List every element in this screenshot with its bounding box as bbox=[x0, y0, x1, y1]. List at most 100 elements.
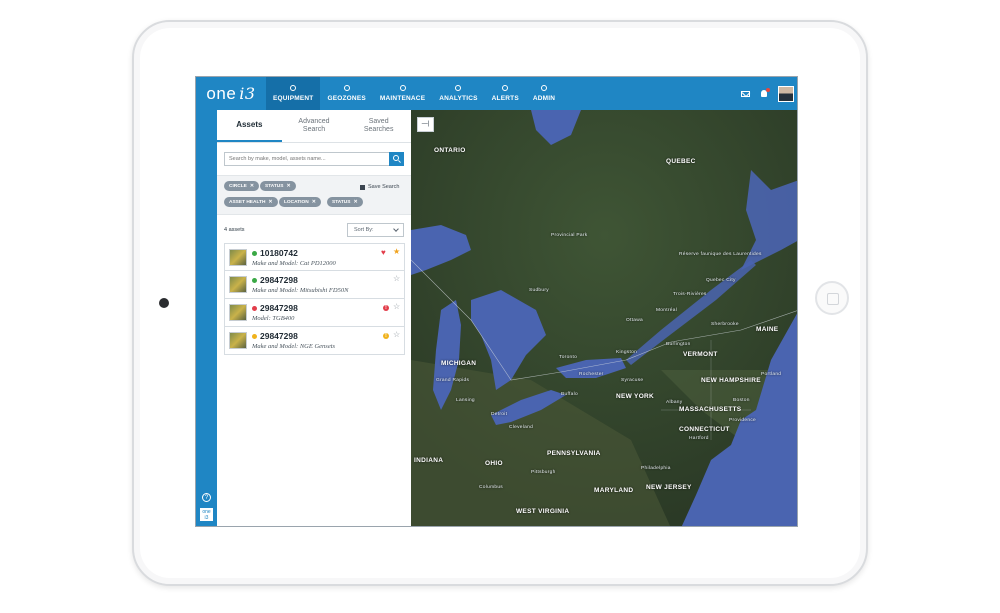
map-label: Boston bbox=[733, 398, 750, 403]
chip-label: ASSET HEALTH bbox=[229, 199, 266, 205]
alert-icon bbox=[502, 85, 509, 91]
asset-thumbnail bbox=[229, 249, 247, 266]
map-label: Provincial Park bbox=[551, 233, 588, 238]
sort-dropdown[interactable]: Sort By: bbox=[347, 223, 404, 237]
asset-subtitle: Make and Model: Mitsubishi FD50N bbox=[252, 287, 349, 294]
map-label: Buffalo bbox=[561, 392, 578, 397]
asset-id: 29847298 bbox=[260, 331, 298, 341]
map-label: Réserve faunique des Laurentides bbox=[679, 252, 762, 257]
search-button[interactable] bbox=[389, 152, 404, 166]
map-label: Quebec City bbox=[706, 278, 736, 283]
map-label: Kingston bbox=[616, 350, 638, 355]
status-dot bbox=[252, 251, 257, 256]
active-filters: CIRCLE ✕ STATUS ✕ Save Search ASSET HEALTH… bbox=[217, 175, 411, 215]
alert-yellow-icon: ! bbox=[383, 333, 389, 339]
asset-thumbnail bbox=[229, 332, 247, 349]
mail-icon[interactable] bbox=[741, 90, 750, 97]
map-label: Sudbury bbox=[529, 288, 549, 293]
map-label: QUEBEC bbox=[666, 158, 696, 165]
asset-id: 10180742 bbox=[260, 248, 298, 258]
app-screen: one i3 EQUIPMENT GEOZONES MAINTENACE ANAL… bbox=[195, 76, 798, 527]
search-row bbox=[224, 152, 404, 166]
map-label: Syracuse bbox=[621, 378, 644, 383]
map-label: INDIANA bbox=[414, 457, 444, 464]
avatar[interactable] bbox=[778, 85, 794, 102]
tab-advanced-search[interactable]: Advanced Search bbox=[282, 110, 347, 142]
home-button[interactable] bbox=[815, 281, 849, 315]
map-terrain bbox=[411, 110, 797, 526]
close-icon[interactable]: ✕ bbox=[286, 183, 290, 189]
asset-row[interactable]: 29847298 Make and Model: NGE Gensets ! ☆ bbox=[224, 327, 405, 355]
collapse-panel-button[interactable]: —| bbox=[417, 117, 434, 132]
filter-chip-status-2[interactable]: STATUS ✕ bbox=[327, 197, 363, 207]
help-icon[interactable]: ? bbox=[202, 493, 211, 502]
save-icon bbox=[360, 184, 365, 190]
nav-maintenance[interactable]: MAINTENACE bbox=[373, 77, 432, 110]
map-label: Pittsburgh bbox=[531, 470, 556, 475]
satellite-map[interactable]: —| ONTARIO QUEBEC MAINE VERMONT NEW HAMP… bbox=[411, 110, 797, 526]
map-label: Toronto bbox=[559, 355, 578, 360]
filter-chip-asset-health[interactable]: ASSET HEALTH ✕ bbox=[224, 197, 278, 207]
map-label: Grand Rapids bbox=[436, 378, 470, 383]
map-label: Hartford bbox=[689, 436, 709, 441]
map-label: Trois-Rivières bbox=[673, 292, 707, 297]
map-label: MAINE bbox=[756, 326, 779, 333]
map-label: NEW YORK bbox=[616, 393, 655, 400]
status-dot bbox=[252, 334, 257, 339]
map-label: VERMONT bbox=[683, 351, 718, 358]
map-label: MASSACHUSETTS bbox=[679, 406, 742, 413]
heart-icon: ♥ bbox=[381, 248, 386, 257]
asset-id: 29847298 bbox=[260, 303, 298, 313]
left-rail: ? one i3 bbox=[196, 110, 217, 526]
filter-chip-status[interactable]: STATUS ✕ bbox=[260, 181, 296, 191]
gear-icon bbox=[541, 85, 548, 91]
map-label: Cleveland bbox=[509, 425, 534, 430]
map-label: NEW JERSEY bbox=[646, 484, 692, 491]
map-label: PENNSYLVANIA bbox=[547, 450, 601, 457]
asset-row[interactable]: 29847298 Make and Model: Mitsubishi FD50… bbox=[224, 271, 405, 299]
map-label: Rochester bbox=[579, 372, 604, 377]
search-input[interactable] bbox=[224, 152, 389, 166]
rail-logo[interactable]: one i3 bbox=[200, 508, 213, 521]
map-label: Burlington bbox=[666, 342, 691, 347]
bell-icon[interactable] bbox=[761, 88, 770, 97]
tab-saved-searches[interactable]: Saved Searches bbox=[346, 110, 411, 142]
star-outline-icon[interactable]: ☆ bbox=[393, 303, 400, 311]
asset-subtitle: Model: TGB400 bbox=[252, 315, 295, 322]
nav-admin[interactable]: ADMIN bbox=[526, 77, 562, 110]
star-filled-icon[interactable]: ★ bbox=[393, 248, 400, 256]
nav-alerts[interactable]: ALERTS bbox=[485, 77, 526, 110]
map-label: WEST VIRGINIA bbox=[516, 508, 570, 515]
map-label: Lansing bbox=[456, 398, 475, 403]
chip-label: STATUS bbox=[265, 183, 284, 189]
filter-chip-circle[interactable]: CIRCLE ✕ bbox=[224, 181, 260, 191]
logo-text: one bbox=[206, 83, 237, 103]
asset-panel: Assets Advanced Search Saved Searches CI… bbox=[217, 110, 411, 526]
asset-thumbnail bbox=[229, 276, 247, 293]
close-icon[interactable]: ✕ bbox=[268, 199, 272, 205]
nav-geozones[interactable]: GEOZONES bbox=[320, 77, 372, 110]
tab-assets[interactable]: Assets bbox=[217, 110, 282, 142]
camera-icon bbox=[159, 298, 169, 308]
save-search-label: Save Search bbox=[368, 184, 400, 190]
asset-list: 10180742 Make and Model: Cat PD12000 ♥ ★… bbox=[224, 243, 405, 355]
nav-equipment[interactable]: EQUIPMENT bbox=[266, 77, 321, 110]
map-label: Sherbrooke bbox=[711, 322, 739, 327]
nav-label: ALERTS bbox=[491, 95, 519, 102]
close-icon[interactable]: ✕ bbox=[250, 183, 254, 189]
filter-chip-location[interactable]: LOCATION ✕ bbox=[279, 197, 321, 207]
top-nav: one i3 EQUIPMENT GEOZONES MAINTENACE ANAL… bbox=[196, 77, 797, 110]
star-outline-icon[interactable]: ☆ bbox=[393, 275, 400, 283]
asset-row[interactable]: 10180742 Make and Model: Cat PD12000 ♥ ★ bbox=[224, 243, 405, 271]
asset-row[interactable]: 29847298 Model: TGB400 ! ☆ bbox=[224, 299, 405, 327]
wrench-icon bbox=[399, 85, 406, 91]
map-label: NEW HAMPSHIRE bbox=[701, 377, 761, 384]
save-search-button[interactable]: Save Search bbox=[360, 184, 400, 190]
close-icon[interactable]: ✕ bbox=[353, 199, 357, 205]
logo-mark: i3 bbox=[239, 84, 256, 103]
map-label: Portland bbox=[761, 372, 782, 377]
close-icon[interactable]: ✕ bbox=[312, 199, 316, 205]
star-outline-icon[interactable]: ☆ bbox=[393, 331, 400, 339]
nav-analytics[interactable]: ANALYTICS bbox=[432, 77, 484, 110]
app-logo[interactable]: one i3 bbox=[196, 77, 266, 110]
